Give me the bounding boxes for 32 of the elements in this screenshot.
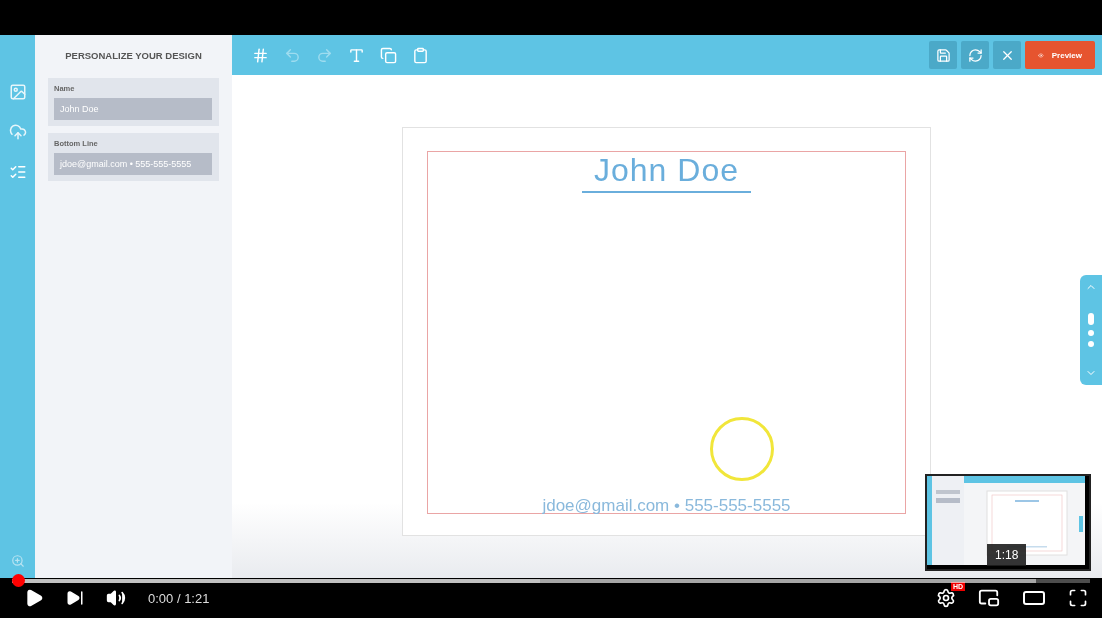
page-scroller[interactable]: [1080, 275, 1102, 385]
clipboard-icon: [411, 46, 429, 64]
layers-icon: [379, 46, 397, 64]
zoom-in-icon: [10, 554, 25, 568]
grid-icon: [251, 46, 269, 64]
action-button[interactable]: [929, 41, 957, 69]
action-button[interactable]: [993, 41, 1021, 69]
action-button[interactable]: [961, 41, 989, 69]
undo-icon: [283, 46, 301, 64]
settings-button[interactable]: [936, 588, 956, 608]
save-icon: [935, 47, 951, 63]
volume-button[interactable]: [106, 588, 126, 608]
time-display: 0:00 / 1:21: [148, 590, 210, 606]
next-button[interactable]: [66, 589, 84, 607]
preview-time: 1:18: [987, 544, 1027, 566]
input-field[interactable]: jdoe@gmail.com • 555-555-5555: [54, 153, 212, 175]
card-name: John Doe: [582, 152, 751, 193]
miniplayer-button[interactable]: [978, 587, 1000, 609]
text-icon: [347, 46, 365, 64]
panel-title: PERSONALIZE YOUR DESIGN: [64, 50, 203, 61]
preview-button[interactable]: Preview: [1025, 41, 1095, 69]
redo-icon: [315, 46, 333, 64]
fullscreen-button[interactable]: [1068, 588, 1088, 608]
progress-bar[interactable]: [12, 574, 1090, 587]
checklist-icon: [8, 163, 27, 181]
play-button[interactable]: [24, 588, 44, 608]
refresh-icon: [967, 47, 983, 63]
input-field[interactable]: John Doe: [54, 98, 212, 120]
cursor-highlight: [710, 417, 774, 481]
card-bottom-line: jdoe@gmail.com • 555-555-5555: [542, 496, 791, 516]
upload-icon: [8, 123, 27, 141]
image-icon: [8, 83, 27, 101]
